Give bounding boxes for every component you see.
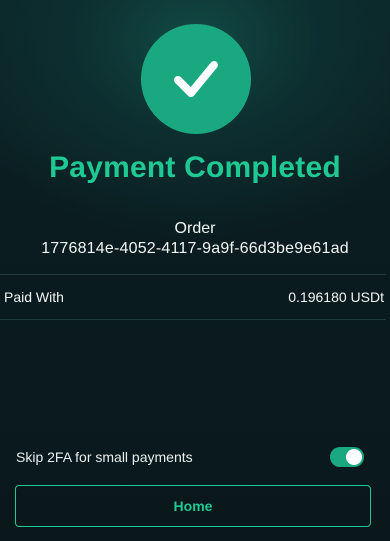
checkmark-icon	[174, 61, 218, 97]
paid-with-row: Paid With 0.196180 USDt	[0, 275, 386, 319]
payment-status-title: Payment Completed	[49, 151, 341, 184]
skip-2fa-row: Skip 2FA for small payments	[16, 444, 364, 470]
skip-2fa-label: Skip 2FA for small payments	[16, 449, 193, 465]
paid-with-label: Paid With	[4, 289, 64, 305]
paid-with-value: 0.196180 USDt	[288, 289, 384, 305]
order-label: Order	[174, 220, 216, 237]
toggle-knob	[346, 449, 362, 465]
home-button[interactable]: Home	[15, 485, 371, 527]
order-id: 1776814e-4052-4117-9a9f-66d3be9e61ad	[41, 240, 349, 257]
success-badge	[141, 24, 251, 134]
divider	[0, 319, 386, 320]
skip-2fa-toggle[interactable]	[330, 447, 364, 467]
